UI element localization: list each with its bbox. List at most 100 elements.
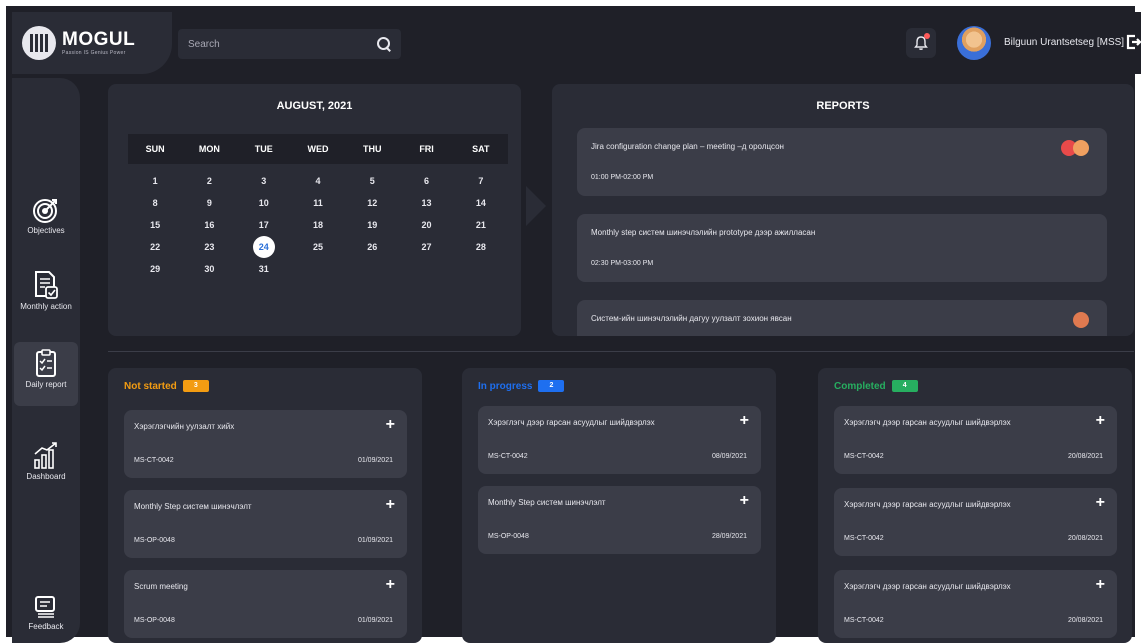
task-title: Хэрэглэгч дээр гарсан асуудлыг шийдвэрлэ… — [844, 418, 1011, 427]
task-title: Хэрэглэгч дээр гарсан асуудлыг шийдвэрлэ… — [844, 500, 1011, 509]
add-icon[interactable]: + — [1096, 576, 1105, 594]
task-date: 01/09/2021 — [357, 457, 393, 464]
task-title: Monthly Step систем шинэчлэлт — [488, 498, 606, 507]
calendar-day[interactable]: 12 — [345, 192, 399, 214]
clipboard-icon — [36, 349, 56, 377]
report-card[interactable]: Систем-ийн шинэчлэлийн дагуу уулзалт зох… — [577, 300, 1107, 336]
add-icon[interactable]: + — [740, 492, 749, 510]
calendar-day[interactable]: 26 — [345, 236, 399, 258]
task-card[interactable]: Хэрэглэгч дээр гарсан асуудлыг шийдвэрлэ… — [834, 570, 1117, 638]
task-code: MS-CT-0042 — [488, 453, 528, 460]
task-title: Хэрэглэгч дээр гарсан асуудлыг шийдвэрлэ… — [844, 582, 1011, 591]
calendar-day[interactable]: 19 — [345, 214, 399, 236]
task-date: 01/09/2021 — [357, 537, 393, 544]
column-title: Completed — [834, 380, 886, 392]
calendar-day[interactable]: 8 — [128, 192, 182, 214]
task-card[interactable]: Хэрэглэгч дээр гарсан асуудлыг шийдвэрлэ… — [834, 488, 1117, 556]
task-date: 20/08/2021 — [1067, 617, 1103, 624]
calendar-day[interactable]: 23 — [182, 236, 236, 258]
calendar-day[interactable]: 6 — [399, 170, 453, 192]
calendar-day[interactable]: 15 — [128, 214, 182, 236]
calendar-day[interactable]: 16 — [182, 214, 236, 236]
sidebar-item-objectives[interactable]: Objectives — [12, 196, 80, 235]
add-icon[interactable]: + — [1096, 494, 1105, 512]
calendar-day[interactable]: 21 — [454, 214, 508, 236]
search-input[interactable] — [188, 38, 377, 50]
calendar-grid: SUN MON TUE WED THU FRI SAT 1 2 3 4 5 6 7 8 9 10 1… — [128, 134, 508, 280]
calendar-week: 1234567 — [128, 170, 508, 192]
task-date: 20/08/2021 — [1067, 453, 1103, 460]
report-card[interactable]: Jira configuration change plan – meeting… — [577, 128, 1107, 196]
task-card[interactable]: Хэрэглэгчийн уулзалт хийх + MS-CT-0042 0… — [124, 410, 407, 478]
calendar-day-names: SUN MON TUE WED THU FRI SAT — [128, 134, 508, 164]
task-card[interactable]: Хэрэглэгч дээр гарсан асуудлыг шийдвэрлэ… — [834, 406, 1117, 474]
calendar-day[interactable]: 13 — [399, 192, 453, 214]
calendar-day[interactable]: 27 — [399, 236, 453, 258]
calendar-day[interactable]: 18 — [291, 214, 345, 236]
add-icon[interactable]: + — [386, 496, 395, 514]
user-avatar[interactable] — [957, 26, 991, 60]
feedback-icon — [35, 596, 55, 618]
calendar-day[interactable]: 1 — [128, 170, 182, 192]
task-card[interactable]: Monthly Step систем шинэчлэлт + MS-OP-00… — [124, 490, 407, 558]
add-icon[interactable]: + — [1096, 412, 1105, 430]
calendar-day[interactable]: 25 — [291, 236, 345, 258]
notification-button[interactable] — [906, 28, 936, 58]
task-title: Scrum meeting — [134, 582, 188, 591]
calendar-day[interactable]: 2 — [182, 170, 236, 192]
column-in-progress: In progress 2 Хэрэглэгч дээр гарсан асуу… — [462, 368, 776, 643]
calendar-day[interactable]: 22 — [128, 236, 182, 258]
sidebar-item-feedback[interactable]: Feedback — [12, 594, 80, 631]
calendar-day[interactable]: 14 — [454, 192, 508, 214]
calendar-day — [291, 258, 345, 280]
sidebar-item-monthly-action[interactable]: Monthly action — [12, 270, 80, 311]
calendar-day-today[interactable]: 24 — [237, 236, 291, 258]
brand-tagline: Passion IS Genius Power — [62, 50, 126, 56]
calendar-day[interactable]: 20 — [399, 214, 453, 236]
task-title: Хэрэглэгч дээр гарсан асуудлыг шийдвэрлэ… — [488, 418, 655, 427]
count-badge: 2 — [538, 380, 565, 392]
task-card[interactable]: Monthly Step систем шинэчлэлт + MS-OP-00… — [478, 486, 761, 554]
notification-dot — [924, 33, 930, 39]
add-icon[interactable]: + — [386, 576, 395, 594]
bar-chart-icon — [34, 442, 57, 469]
calendar-day[interactable]: 7 — [454, 170, 508, 192]
reports-title: REPORTS — [816, 100, 870, 112]
calendar-day[interactable]: 28 — [454, 236, 508, 258]
column-title: In progress — [478, 380, 533, 392]
report-text: Jira configuration change plan – meeting… — [591, 142, 784, 151]
calendar-day[interactable]: 30 — [182, 258, 236, 280]
task-title: Monthly Step систем шинэчлэлт — [134, 502, 252, 511]
task-card[interactable]: Хэрэглэгч дээр гарсан асуудлыг шийдвэрлэ… — [478, 406, 761, 474]
user-name[interactable]: Bilguun Urantsetseg [MSS] — [1004, 37, 1124, 48]
add-icon[interactable]: + — [386, 416, 395, 434]
calendar-week: 8 9 10 11 12 13 14 — [128, 192, 508, 214]
task-code: MS-OP-0048 — [488, 533, 529, 540]
column-completed: Completed 4 Хэрэглэгч дээр гарсан асуудл… — [818, 368, 1132, 643]
top-header: MOGUL Passion IS Genius Power Bilguun Ur… — [12, 12, 1141, 74]
sidebar-item-dashboard[interactable]: Dashboard — [12, 440, 80, 481]
sidebar-item-daily-report[interactable]: Daily report — [14, 342, 78, 406]
calendar-day[interactable]: 3 — [237, 170, 291, 192]
calendar-day[interactable]: 5 — [345, 170, 399, 192]
calendar-day[interactable]: 17 — [237, 214, 291, 236]
brand-logo[interactable]: MOGUL Passion IS Genius Power — [12, 12, 172, 74]
calendar-week: 15 16 17 18 19 20 21 — [128, 214, 508, 236]
calendar-week: 29 30 31 — [128, 258, 508, 280]
search-icon[interactable] — [377, 37, 391, 51]
add-icon[interactable]: + — [740, 412, 749, 430]
calendar-day[interactable]: 10 — [237, 192, 291, 214]
calendar-day[interactable]: 9 — [182, 192, 236, 214]
calendar-day[interactable]: 29 — [128, 258, 182, 280]
calendar-day[interactable]: 4 — [291, 170, 345, 192]
report-card[interactable]: Monthly step систем шинэчлэлийн prototyp… — [577, 214, 1107, 282]
count-badge: 4 — [891, 380, 918, 392]
sidebar-label: Dashboard — [26, 472, 66, 481]
calendar-day[interactable]: 11 — [291, 192, 345, 214]
task-card[interactable]: Scrum meeting + MS-OP-0048 01/09/2021 — [124, 570, 407, 638]
calendar-day[interactable]: 31 — [237, 258, 291, 280]
logo-icon — [22, 26, 56, 60]
search-bar — [178, 29, 401, 59]
task-code: MS-CT-0042 — [844, 617, 884, 624]
logout-icon[interactable] — [1125, 33, 1141, 51]
